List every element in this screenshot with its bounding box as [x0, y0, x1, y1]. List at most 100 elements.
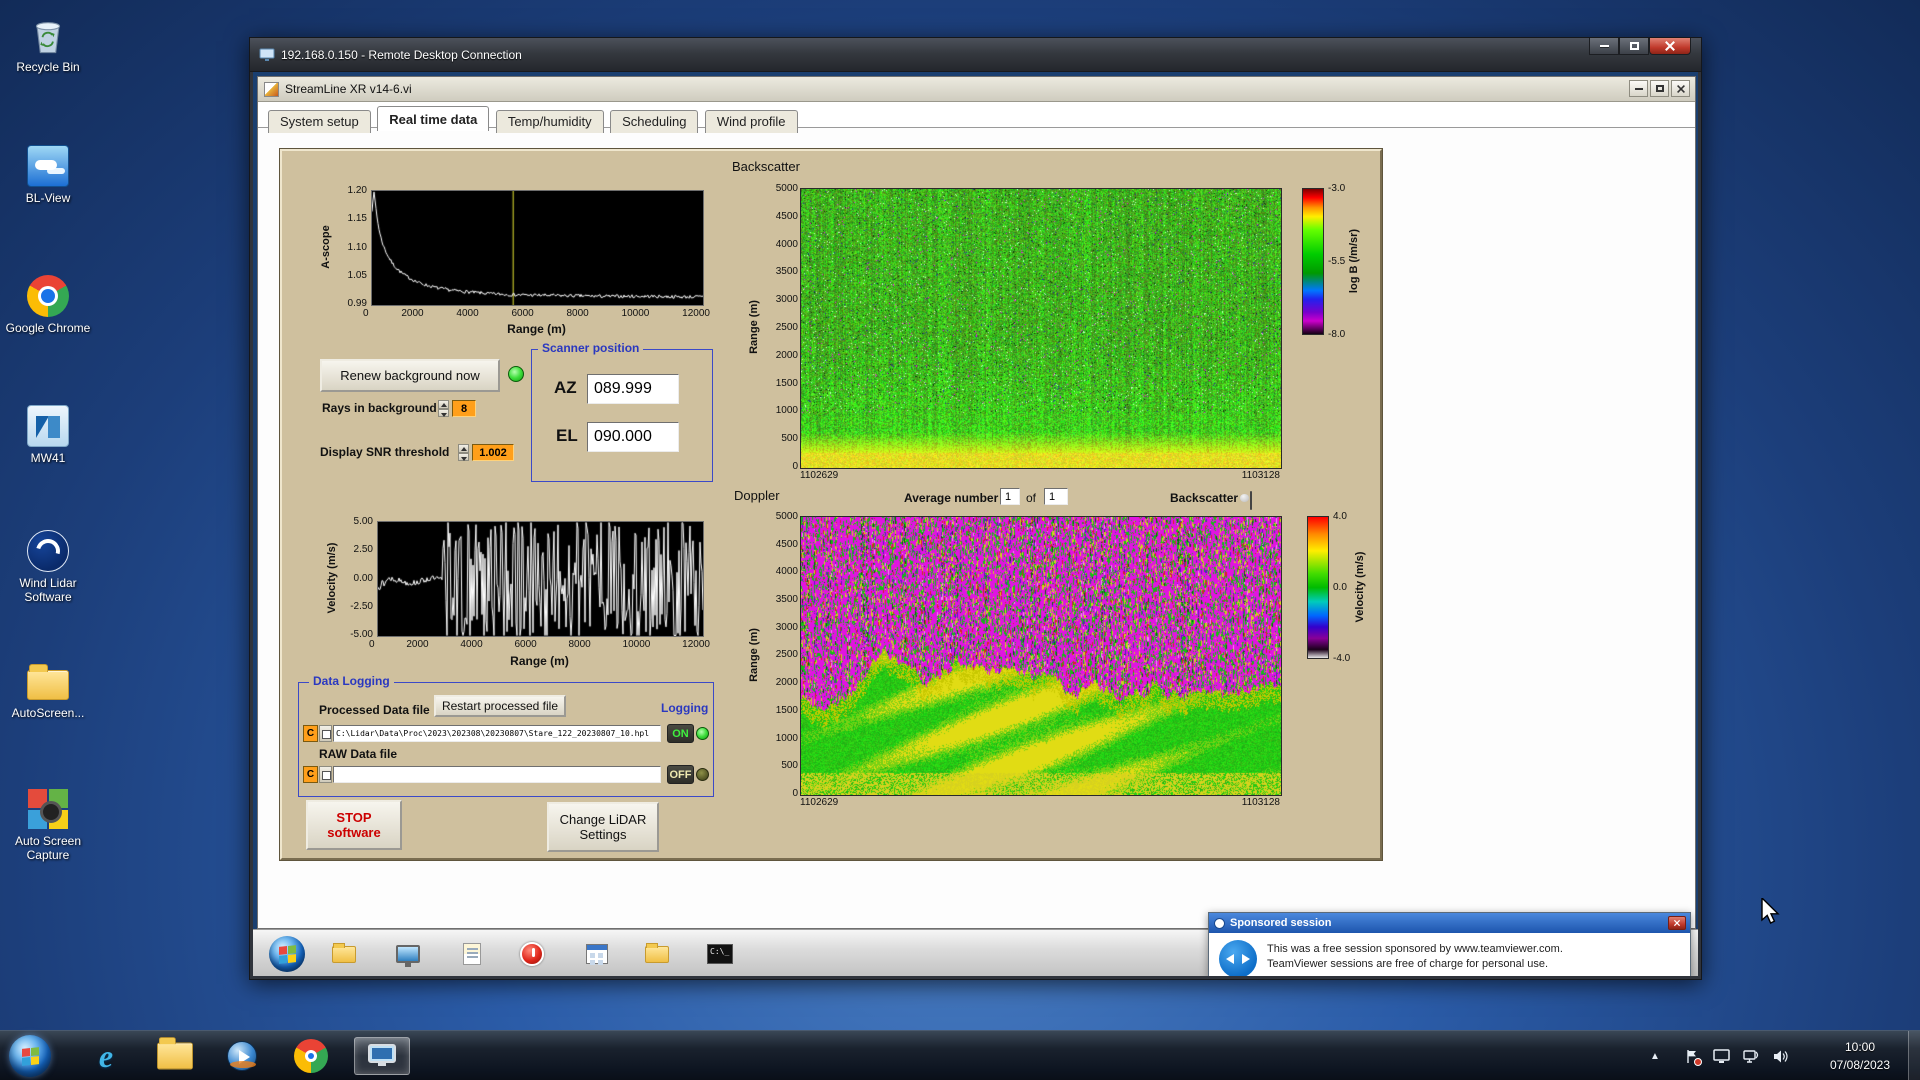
- tab-wind-profile[interactable]: Wind profile: [704, 110, 798, 133]
- maximize-button[interactable]: [1650, 80, 1669, 97]
- rdp-app-icon: [259, 48, 275, 61]
- teamviewer-titlebar[interactable]: Sponsored session: [1209, 913, 1690, 933]
- average-number-value[interactable]: 1: [1000, 488, 1020, 505]
- scanner-position-group: Scanner position AZ 089.999 EL 090.000: [531, 341, 713, 482]
- maximize-button[interactable]: [1619, 38, 1649, 55]
- tray-network-icon[interactable]: [1740, 1031, 1762, 1080]
- velocity-yticks: 5.00 2.50 0.00 -2.50 -5.00: [337, 516, 373, 640]
- tick-label: 0: [792, 460, 798, 472]
- teamviewer-titlebar-icon: [1214, 917, 1225, 929]
- processed-drive-box[interactable]: C: [303, 725, 318, 742]
- taskbar-media-player-icon[interactable]: [222, 1037, 262, 1075]
- labview-app-icon: [264, 81, 279, 97]
- teamviewer-close-button[interactable]: [1668, 916, 1686, 930]
- teamviewer-message-line1: This was a free session sponsored by www…: [1267, 943, 1563, 955]
- windows-flag-icon: [278, 944, 296, 964]
- minimize-button[interactable]: [1589, 38, 1619, 55]
- remote-taskbar-folder-icon[interactable]: [640, 937, 674, 971]
- maximize-icon: [1655, 85, 1664, 92]
- raw-logging-toggle[interactable]: OFF: [667, 765, 694, 784]
- tray-chevron[interactable]: ▲: [1650, 1031, 1660, 1080]
- tick-label: 5.00: [353, 516, 373, 527]
- taskbar-rdp-icon[interactable]: [354, 1037, 410, 1075]
- remote-taskbar-app-window-icon[interactable]: [580, 937, 614, 971]
- tick-label: -3.0: [1328, 183, 1346, 194]
- desktop-icon-autoscreen[interactable]: AutoScreen...: [0, 658, 96, 721]
- tick-label: 1102629: [800, 470, 839, 481]
- taskbar-chrome-icon[interactable]: [291, 1037, 331, 1075]
- restart-processed-file-button[interactable]: Restart processed file: [434, 695, 566, 717]
- stop-software-button[interactable]: STOP software: [306, 800, 402, 850]
- raw-path-field[interactable]: [333, 766, 661, 783]
- teamviewer-message-line2: TeamViewer sessions are free of charge f…: [1267, 957, 1549, 970]
- desktop-icon-mw41[interactable]: MW41: [0, 403, 96, 466]
- clock[interactable]: 10:00 07/08/2023: [1812, 1038, 1908, 1074]
- snr-stepper[interactable]: [458, 444, 469, 461]
- desktop-icon-wind-lidar[interactable]: Wind Lidar Software: [0, 528, 96, 605]
- doppler-yticks: 5000 4500 4000 3500 3000 2500 2000 1500 1000 500 0: [764, 511, 798, 799]
- taskbar-internet-explorer-icon[interactable]: e: [86, 1037, 126, 1075]
- desktop-icon-bl-view[interactable]: BL-View: [0, 143, 96, 206]
- processed-browse-icon[interactable]: [319, 725, 332, 742]
- rays-stepper[interactable]: [438, 400, 449, 417]
- remote-start-button[interactable]: [269, 936, 305, 972]
- close-button[interactable]: [1649, 38, 1691, 55]
- backscatter-toggle[interactable]: [1250, 491, 1252, 510]
- stop-software-line1: STOP: [336, 810, 372, 825]
- tick-label: 6000: [514, 639, 537, 650]
- snr-value[interactable]: 1.002: [472, 444, 514, 461]
- remote-taskbar-document-icon[interactable]: [455, 937, 489, 971]
- clock-time: 10:00: [1844, 1040, 1876, 1054]
- raw-browse-icon[interactable]: [319, 766, 332, 783]
- backscatter-yticks: 5000 4500 4000 3500 3000 2500 2000 1500 1000 500 0: [764, 183, 798, 472]
- rdp-titlebar[interactable]: 192.168.0.150 - Remote Desktop Connectio…: [250, 38, 1701, 72]
- el-value[interactable]: 090.000: [587, 422, 679, 452]
- raw-drive-box[interactable]: C: [303, 766, 318, 783]
- tab-temp-humidity[interactable]: Temp/humidity: [495, 110, 604, 133]
- tick-label: 1103128: [1241, 797, 1280, 808]
- tray-volume-icon[interactable]: [1769, 1031, 1791, 1080]
- tick-label: 6000: [511, 308, 534, 319]
- desktop-icon-auto-screen-capture[interactable]: Auto Screen Capture: [0, 786, 96, 863]
- tray-action-center-icon[interactable]: [1680, 1031, 1702, 1080]
- remote-taskbar-display-icon[interactable]: [391, 937, 425, 971]
- tick-label: 10000: [621, 308, 650, 319]
- close-button[interactable]: [1671, 80, 1690, 97]
- tab-system-setup[interactable]: System setup: [268, 110, 371, 133]
- data-logging-legend: Data Logging: [309, 674, 394, 688]
- start-button[interactable]: [9, 1035, 51, 1077]
- doppler-colorbar-ticks: 4.0 0.0 -4.0: [1333, 511, 1350, 664]
- desktop-icon-label: Google Chrome: [5, 321, 91, 335]
- average-count-value[interactable]: 1: [1044, 488, 1068, 505]
- minimize-button[interactable]: [1629, 80, 1648, 97]
- chrome-icon: [25, 273, 71, 319]
- show-desktop-button[interactable]: [1908, 1031, 1920, 1080]
- remote-taskbar-explorer-icon[interactable]: [327, 937, 361, 971]
- az-value[interactable]: 089.999: [587, 374, 679, 404]
- processed-data-file-label: Processed Data file: [319, 703, 430, 717]
- processed-path-field[interactable]: C:\Lidar\Data\Proc\2023\202308\20230807\…: [333, 725, 661, 742]
- tab-scheduling[interactable]: Scheduling: [610, 110, 699, 133]
- tick-label: 2000: [406, 639, 429, 650]
- desktop-icon-google-chrome[interactable]: Google Chrome: [0, 273, 96, 336]
- minimize-icon: [1599, 45, 1609, 47]
- remote-taskbar-cmd-icon[interactable]: C:\_: [703, 937, 737, 971]
- tray-display-icon[interactable]: [1710, 1031, 1732, 1080]
- rays-value[interactable]: 8: [452, 400, 476, 417]
- windows-flag-icon: [21, 1046, 39, 1066]
- backscatter-ylabel: Range (m): [748, 300, 760, 354]
- labview-titlebar[interactable]: StreamLine XR v14-6.vi: [258, 77, 1695, 102]
- processed-logging-toggle[interactable]: ON: [667, 724, 694, 743]
- tick-label: 4000: [460, 639, 483, 650]
- tab-real-time-data[interactable]: Real time data: [377, 106, 490, 131]
- recycle-bin-icon: [25, 12, 71, 58]
- doppler-title: Doppler: [734, 488, 780, 503]
- remote-taskbar-power-icon[interactable]: [515, 937, 549, 971]
- desktop-icon-recycle-bin[interactable]: Recycle Bin: [0, 12, 96, 75]
- tick-label: 3000: [775, 294, 798, 306]
- renew-background-button[interactable]: Renew background now: [320, 359, 500, 392]
- snr-label: Display SNR threshold: [320, 445, 450, 459]
- change-lidar-settings-button[interactable]: Change LiDAR Settings: [547, 802, 659, 852]
- renew-background-led[interactable]: [508, 366, 524, 382]
- taskbar-explorer-icon[interactable]: [155, 1037, 195, 1075]
